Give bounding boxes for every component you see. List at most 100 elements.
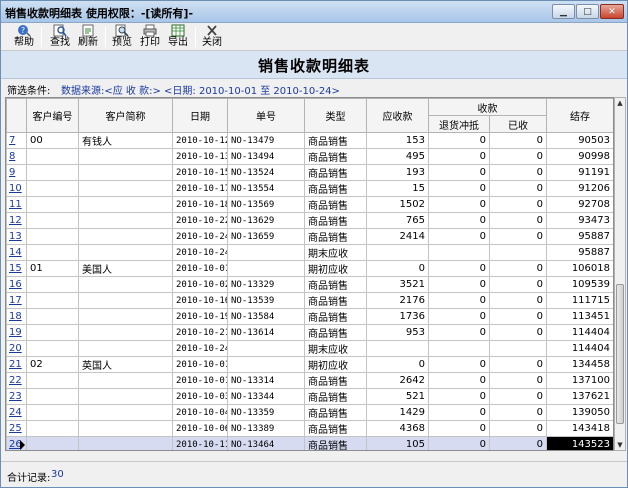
cell-balance[interactable]: 90998 [546,148,613,165]
cell-customer-code[interactable] [26,276,79,293]
col-date[interactable]: 日期 [172,98,228,133]
cell-received[interactable] [489,244,547,261]
table-row[interactable]: 16 2010-10-02 NO-13329 商品销售 3521 0 0 109539 [6,276,613,293]
cell-receivable[interactable] [366,340,429,357]
cell-return-offset[interactable]: 0 [428,372,490,389]
cell-received[interactable]: 0 [489,308,547,325]
cell-customer-name[interactable] [78,164,173,181]
table-row[interactable]: 23 2010-10-03 NO-13344 商品销售 521 0 0 137621 [6,388,613,405]
cell-receivable[interactable]: 0 [366,356,429,373]
cell-type[interactable]: 商品销售 [304,388,367,405]
cell-doc-no[interactable]: NO-13569 [227,196,305,213]
cell-receivable[interactable]: 2642 [366,372,429,389]
cell-date[interactable]: 2010-10-12 [172,132,228,149]
row-index[interactable]: 9 [6,164,27,181]
cell-customer-code[interactable] [26,324,79,341]
row-index[interactable]: 21 [6,356,27,373]
cell-date[interactable]: 2010-10-16 [172,292,228,309]
cell-type[interactable]: 商品销售 [304,404,367,421]
help-button[interactable]: ? 帮助 [11,24,37,50]
cell-return-offset[interactable]: 0 [428,324,490,341]
cell-return-offset[interactable]: 0 [428,228,490,245]
cell-balance[interactable]: 114404 [546,340,613,357]
cell-customer-code[interactable]: 01 [26,260,79,277]
cell-customer-name[interactable] [78,244,173,261]
cell-customer-code[interactable] [26,420,79,437]
scroll-thumb[interactable] [616,284,624,424]
row-index[interactable]: 16 [6,276,27,293]
cell-received[interactable]: 0 [489,132,547,149]
title-bar[interactable]: 销售收款明细表 使用权限：-[读所有]- ▁ □ ✕ [1,1,627,23]
cell-received[interactable]: 0 [489,148,547,165]
row-index[interactable]: 17 [6,292,27,309]
cell-return-offset[interactable]: 0 [428,404,490,421]
cell-customer-name[interactable] [78,180,173,197]
cell-return-offset[interactable]: 0 [428,388,490,405]
cell-type[interactable]: 商品销售 [304,212,367,229]
cell-doc-no[interactable]: NO-13524 [227,164,305,181]
cell-customer-code[interactable] [26,292,79,309]
cell-type[interactable]: 商品销售 [304,420,367,437]
cell-date[interactable]: 2010-10-06 [172,420,228,437]
cell-balance[interactable]: 95887 [546,228,613,245]
cell-customer-code[interactable] [26,148,79,165]
cell-date[interactable]: 2010-10-02 [172,276,228,293]
cell-receivable[interactable]: 15 [366,180,429,197]
cell-balance[interactable]: 113451 [546,308,613,325]
cell-type[interactable]: 商品销售 [304,164,367,181]
row-index[interactable]: 25 [6,420,27,437]
row-index[interactable]: 18 [6,308,27,325]
cell-customer-name[interactable] [78,404,173,421]
cell-return-offset[interactable]: 0 [428,196,490,213]
cell-receivable[interactable]: 521 [366,388,429,405]
minimize-button[interactable]: ▁ [552,4,575,19]
cell-type[interactable]: 商品销售 [304,276,367,293]
cell-date[interactable]: 2010-10-13 [172,148,228,165]
cell-received[interactable]: 0 [489,356,547,373]
row-index[interactable]: 11 [6,196,27,213]
cell-customer-name[interactable] [78,276,173,293]
cell-doc-no[interactable]: NO-13464 [227,436,305,450]
cell-balance[interactable]: 106018 [546,260,613,277]
cell-receivable[interactable]: 3521 [366,276,429,293]
cell-type[interactable]: 商品销售 [304,196,367,213]
table-row[interactable]: 10 2010-10-17 NO-13554 商品销售 15 0 0 91206 [6,180,613,197]
cell-customer-code[interactable] [26,308,79,325]
col-return-offset[interactable]: 退货冲抵 [428,115,490,133]
cell-doc-no[interactable]: NO-13479 [227,132,305,149]
table-row[interactable]: 17 2010-10-16 NO-13539 商品销售 2176 0 0 111715 [6,292,613,309]
cell-date[interactable]: 2010-10-24 [172,228,228,245]
row-index[interactable]: 14 [6,244,27,261]
cell-return-offset[interactable] [428,340,490,357]
cell-date[interactable]: 2010-10-21 [172,324,228,341]
col-doc-no[interactable]: 单号 [227,98,305,133]
cell-receivable[interactable]: 953 [366,324,429,341]
col-type[interactable]: 类型 [304,98,367,133]
cell-doc-no[interactable] [227,244,305,261]
cell-date[interactable]: 2010-10-04 [172,404,228,421]
cell-doc-no[interactable]: NO-13629 [227,212,305,229]
row-index[interactable]: 13 [6,228,27,245]
cell-customer-code[interactable] [26,164,79,181]
table-row[interactable]: 12 2010-10-22 NO-13629 商品销售 765 0 0 93473 [6,212,613,229]
cell-date[interactable]: 2010-10-24 [172,340,228,357]
cell-balance[interactable]: 90503 [546,132,613,149]
vertical-scrollbar[interactable]: ▲ ▼ [614,97,626,451]
cell-customer-name[interactable] [78,420,173,437]
cell-type[interactable]: 商品销售 [304,180,367,197]
cell-received[interactable]: 0 [489,292,547,309]
cell-receivable[interactable]: 1736 [366,308,429,325]
cell-balance[interactable]: 109539 [546,276,613,293]
cell-balance[interactable]: 134458 [546,356,613,373]
cell-customer-name[interactable]: 有钱人 [78,132,173,149]
data-grid[interactable]: 客户编号 客户简称 日期 单号 类型 应收款 收款 结存 退货冲抵 已收 7 00… [5,97,614,451]
table-row[interactable]: 8 2010-10-13 NO-13494 商品销售 495 0 0 90998 [6,148,613,165]
cell-date[interactable]: 2010-10-24 [172,244,228,261]
cell-customer-name[interactable] [78,436,173,450]
cell-receivable[interactable]: 4368 [366,420,429,437]
cell-balance[interactable]: 114404 [546,324,613,341]
cell-customer-name[interactable] [78,228,173,245]
cell-type[interactable]: 商品销售 [304,292,367,309]
maximize-button[interactable]: □ [576,4,599,19]
cell-customer-name[interactable]: 英国人 [78,356,173,373]
